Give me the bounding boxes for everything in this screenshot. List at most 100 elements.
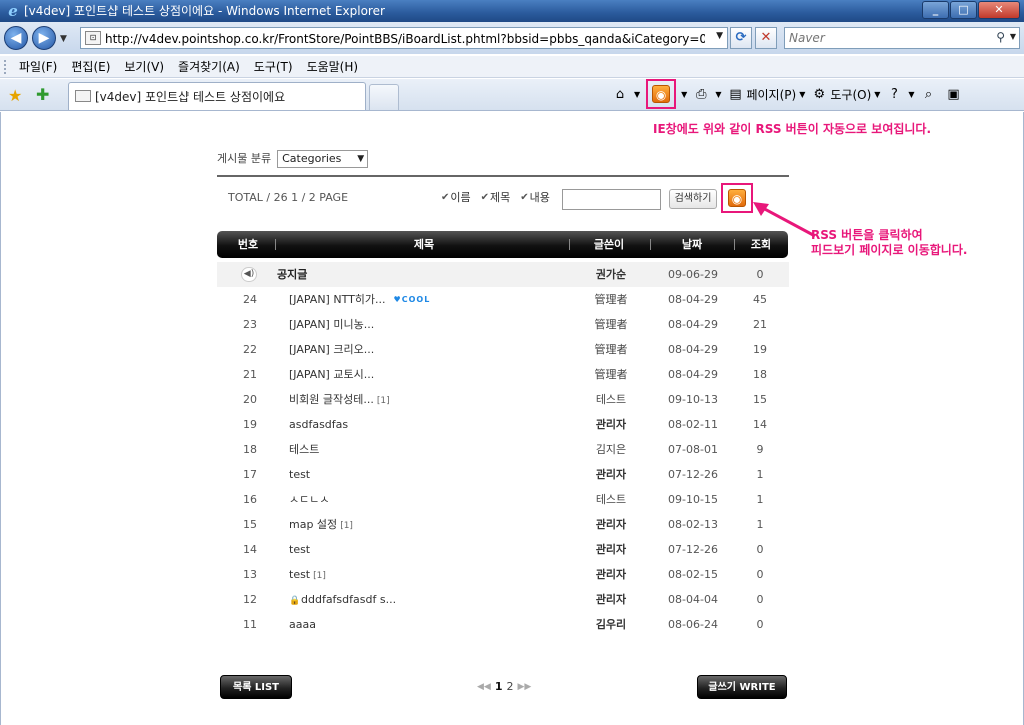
menu-file[interactable]: 파일(F) (12, 59, 64, 75)
row-title[interactable]: aaaa (289, 612, 589, 637)
row-title-text[interactable]: [JAPAN] 크리오... (289, 343, 374, 356)
row-title[interactable]: map 설정 [1] (289, 512, 589, 539)
print-dropdown-icon[interactable]: ▼ (715, 87, 721, 103)
menu-tools[interactable]: 도구(T) (247, 59, 300, 75)
row-title-text[interactable]: dddfafsdfasdf s... (301, 593, 396, 606)
table-row[interactable]: 23 [JAPAN] 미니농... 管理者 08-04-29 21 (217, 312, 789, 337)
search-input[interactable] (789, 30, 985, 46)
help-button[interactable]: ? ▼ (886, 87, 915, 103)
row-title-text[interactable]: test (289, 468, 310, 481)
feed-dropdown[interactable]: ▼ (678, 87, 687, 103)
url-field[interactable]: ⊡ http://v4dev.pointshop.co.kr/FrontStor… (80, 27, 728, 49)
table-row[interactable]: 14 test 관리자 07-12-26 0 (217, 537, 789, 562)
new-tab-button[interactable] (369, 84, 399, 110)
notice-title[interactable]: 공지글 (277, 262, 577, 287)
row-title[interactable]: test (289, 537, 589, 562)
refresh-button[interactable]: ⟳ (730, 27, 752, 49)
row-title-text[interactable]: [JAPAN] 미니농... (289, 318, 374, 331)
board-rss-icon[interactable]: ◉ (728, 189, 746, 207)
search-option-content[interactable]: ✔ 내용 (520, 190, 550, 206)
row-title-text[interactable]: aaaa (289, 618, 316, 631)
row-title[interactable]: [JAPAN] 크리오... (289, 337, 589, 362)
table-row[interactable]: 22 [JAPAN] 크리오... 管理者 08-04-29 19 (217, 337, 789, 362)
row-title[interactable]: test [1] (289, 562, 589, 589)
row-hits: 0 (756, 593, 764, 606)
ie-feed-rss-icon[interactable]: ◉ (652, 84, 671, 103)
tab-current[interactable]: [v4dev] 포인트샵 테스트 상점이에요 (68, 82, 366, 110)
print-button[interactable]: ⎙ ▼ (693, 87, 721, 103)
home-button[interactable]: ⌂ ▼ (612, 87, 640, 103)
row-title[interactable]: 비회원 글작성테... [1] (289, 387, 589, 414)
row-title-text[interactable]: [JAPAN] NTT히가... (289, 293, 386, 306)
write-button[interactable]: 글쓰기 WRITE (697, 675, 787, 699)
add-favorite-icon[interactable]: ✚ (36, 85, 49, 104)
row-title[interactable]: 🔒dddfafsdfasdf s... (289, 587, 589, 612)
row-title[interactable]: 테스트 (289, 437, 589, 462)
row-title[interactable]: asdfasdfas (289, 412, 589, 437)
row-hits: 9 (756, 443, 764, 456)
check-icon: ✔ (520, 192, 529, 203)
minimize-button[interactable]: _ (922, 1, 949, 19)
table-row[interactable]: 18 테스트 김지은 07-08-01 9 (217, 437, 789, 462)
forward-button[interactable]: ▶ (32, 26, 56, 50)
board-search-input[interactable] (562, 189, 661, 210)
row-title[interactable]: test (289, 462, 589, 487)
search-icon[interactable]: ⚲ (996, 30, 1005, 44)
maximize-button[interactable]: □ (950, 1, 977, 19)
page-link-2[interactable]: 2 (507, 679, 514, 695)
page-link-1[interactable]: 1 (495, 679, 503, 695)
row-title-text[interactable]: [JAPAN] 교토시... (289, 368, 374, 381)
extra-tool-button[interactable]: ▣ (946, 87, 965, 103)
table-row[interactable]: 17 test 관리자 07-12-26 1 (217, 462, 789, 487)
table-row[interactable]: 15 map 설정 [1] 관리자 08-02-13 1 (217, 512, 789, 537)
menu-view[interactable]: 보기(V) (117, 59, 171, 75)
row-number: 23 (243, 318, 257, 331)
history-dropdown-icon[interactable]: ▼ (60, 34, 67, 44)
search-option-name-label: 이름 (450, 191, 471, 204)
notice-row[interactable]: ◀) 공지글 권가순 09-06-29 0 (217, 262, 789, 287)
category-select[interactable]: Categories ▼ (277, 150, 369, 168)
search-option-title[interactable]: ✔ 제목 (481, 190, 511, 206)
prev-page-icon[interactable]: ◀◀ (477, 679, 491, 695)
row-title-text[interactable]: test (289, 568, 310, 581)
research-button[interactable]: ⌕ (921, 87, 940, 103)
menu-help[interactable]: 도움말(H) (300, 59, 366, 75)
row-title-text[interactable]: 비회원 글작성테... (289, 393, 374, 406)
home-dropdown-icon[interactable]: ▼ (634, 87, 640, 103)
next-page-icon[interactable]: ▶▶ (518, 679, 532, 695)
table-row[interactable]: 24 [JAPAN] NTT히가... ♥COOL 管理者 08-04-29 45 (217, 287, 789, 312)
table-row[interactable]: 16 ㅅㄷㄴㅅ 테스트 09-10-15 1 (217, 487, 789, 512)
table-row[interactable]: 13 test [1] 관리자 08-02-15 0 (217, 562, 789, 587)
row-title-text[interactable]: asdfasdfas (289, 418, 348, 431)
list-button[interactable]: 목록 LIST (220, 675, 292, 699)
search-option-name[interactable]: ✔ 이름 (441, 190, 471, 206)
search-provider-dropdown-icon[interactable]: ▼ (1010, 32, 1016, 41)
page-menu-button[interactable]: ▤ 페이지(P) ▼ (727, 87, 805, 103)
table-row[interactable]: 12 🔒dddfafsdfasdf s... 관리자 08-04-04 0 (217, 587, 789, 612)
menu-favorites[interactable]: 즐겨찾기(A) (171, 59, 247, 75)
row-title[interactable]: [JAPAN] 교토시... (289, 362, 589, 387)
menu-edit[interactable]: 편집(E) (64, 59, 117, 75)
favorites-star-icon[interactable]: ★ (8, 86, 22, 105)
row-title-text[interactable]: map 설정 (289, 518, 337, 531)
url-dropdown-icon[interactable]: ▼ (716, 31, 723, 41)
tools-menu-button[interactable]: ⚙ 도구(O) ▼ (811, 87, 881, 103)
row-title-text[interactable]: 테스트 (289, 443, 319, 456)
feed-dropdown-icon[interactable]: ▼ (681, 87, 687, 103)
table-row[interactable]: 21 [JAPAN] 교토시... 管理者 08-04-29 18 (217, 362, 789, 387)
row-number: 16 (243, 493, 257, 506)
table-row[interactable]: 20 비회원 글작성테... [1] 테스트 09-10-13 15 (217, 387, 789, 412)
comment-count: [1] (376, 396, 390, 406)
row-title[interactable]: ㅅㄷㄴㅅ (289, 487, 589, 512)
row-title[interactable]: [JAPAN] 미니농... (289, 312, 589, 337)
table-row[interactable]: 11 aaaa 김우리 08-06-24 0 (217, 612, 789, 637)
back-button[interactable]: ◀ (4, 26, 28, 50)
stop-button[interactable]: ✕ (755, 27, 777, 49)
board-search-button[interactable]: 검색하기 (669, 189, 717, 209)
table-row[interactable]: 19 asdfasdfas 관리자 08-02-11 14 (217, 412, 789, 437)
row-title[interactable]: [JAPAN] NTT히가... ♥COOL (289, 287, 589, 312)
row-title-text[interactable]: test (289, 543, 310, 556)
url-text[interactable]: http://v4dev.pointshop.co.kr/FrontStore/… (105, 31, 705, 47)
row-title-text[interactable]: ㅅㄷㄴㅅ (289, 493, 329, 506)
close-button[interactable]: ✕ (978, 1, 1020, 19)
